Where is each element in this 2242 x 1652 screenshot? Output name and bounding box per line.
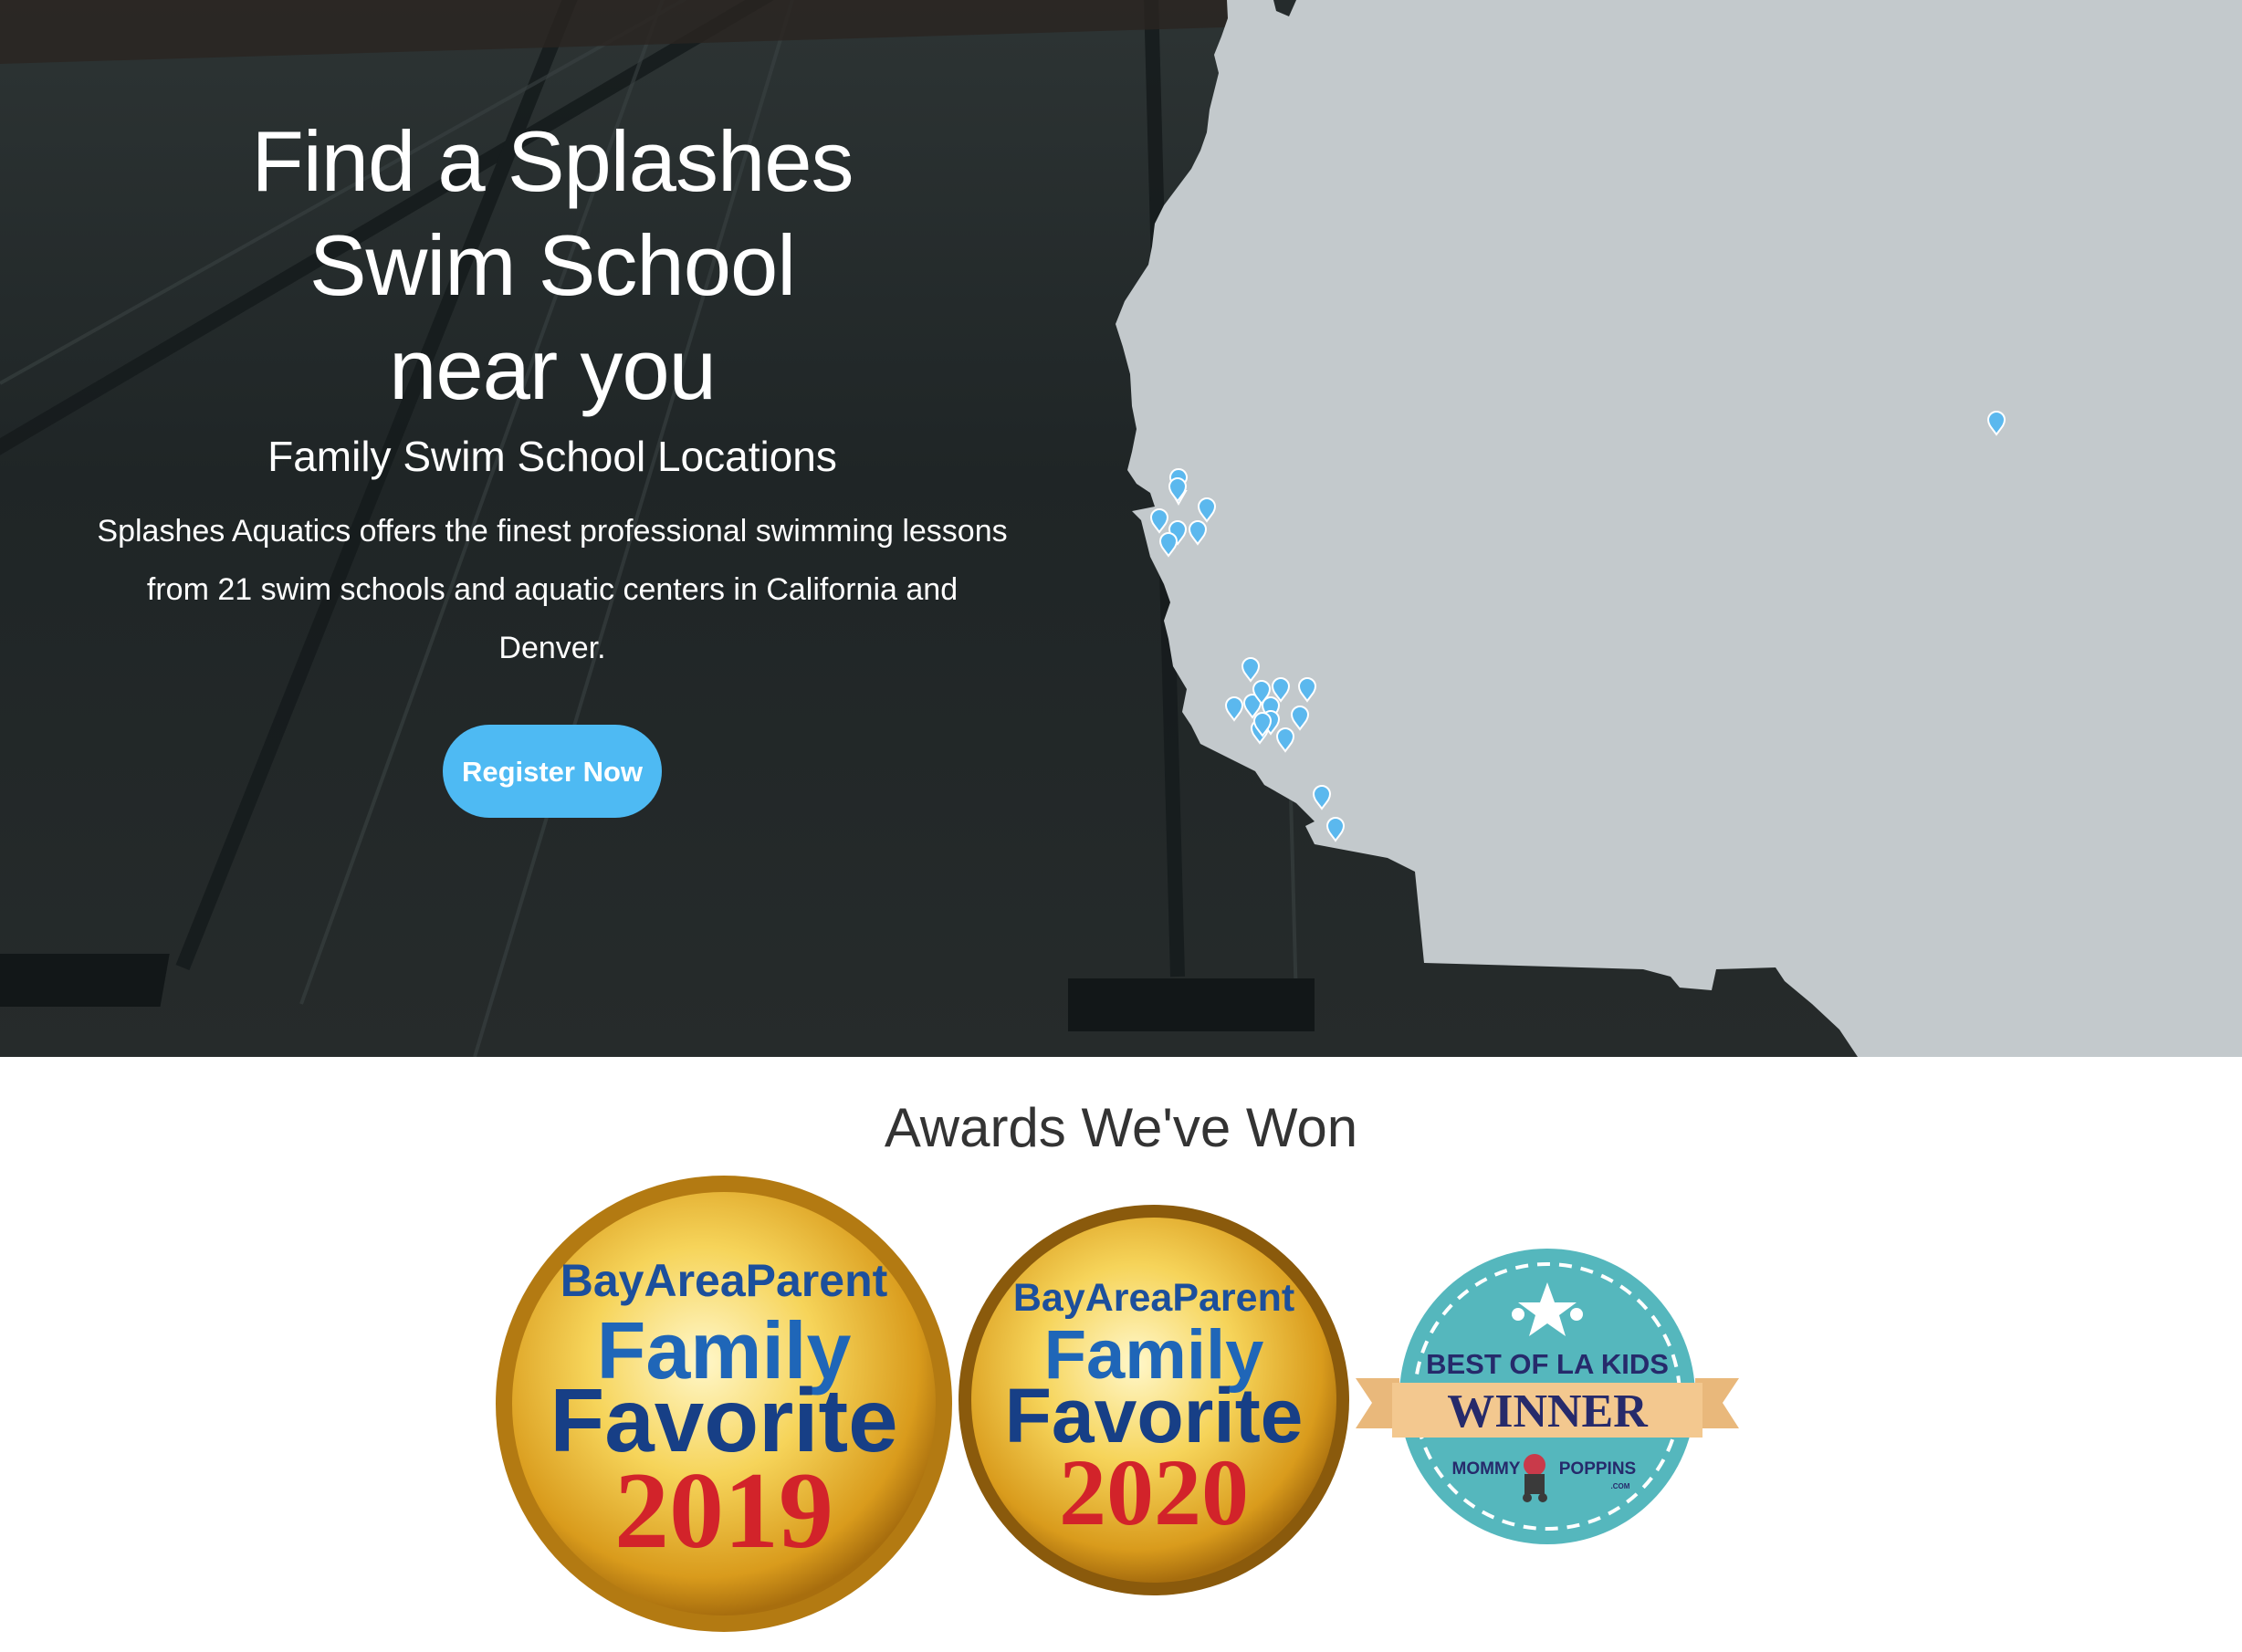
hero-description: Splashes Aquatics offers the finest prof… [97, 514, 1008, 665]
register-now-button[interactable]: Register Now [443, 725, 662, 818]
awards-title: Awards We've Won [884, 1097, 1358, 1158]
title-line: near you [389, 321, 717, 417]
award-badge-2020: BayAreaParent Family Favorite 2020 [959, 1205, 1349, 1595]
badge-publisher: BayAreaParent [1013, 1276, 1294, 1320]
award-badge-2019: BayAreaParent Family Favorite 2019 [496, 1176, 952, 1632]
badge-brand-small: .COM [1611, 1482, 1630, 1490]
badge-top-text: BEST OF LA KIDS [1426, 1348, 1669, 1380]
badge-brand-right: POPPINS [1559, 1459, 1636, 1479]
badge-publisher: BayAreaParent [560, 1255, 888, 1306]
hero-copy: Find a Splashes Swim School near you Fam… [46, 110, 1059, 818]
title-line: Find a Splashes [251, 113, 854, 209]
badge-year: 2019 [614, 1449, 833, 1571]
page-title: Find a Splashes Swim School near you [46, 110, 1059, 422]
award-badge-best-of-la-kids: BEST OF LA KIDS WINNER MOMMY POPPINS .CO… [1356, 1249, 1739, 1544]
hero-section: Find a Splashes Swim School near you Fam… [0, 0, 2242, 1057]
hero-subtitle: Family Swim School Locations [267, 433, 837, 480]
california-land [1116, 0, 2242, 1057]
badge-brand-left: MOMMY [1452, 1459, 1521, 1479]
title-line: Swim School [309, 217, 796, 313]
badge-year: 2020 [1059, 1440, 1249, 1545]
badge-ribbon-text: WINNER [1447, 1385, 1649, 1438]
